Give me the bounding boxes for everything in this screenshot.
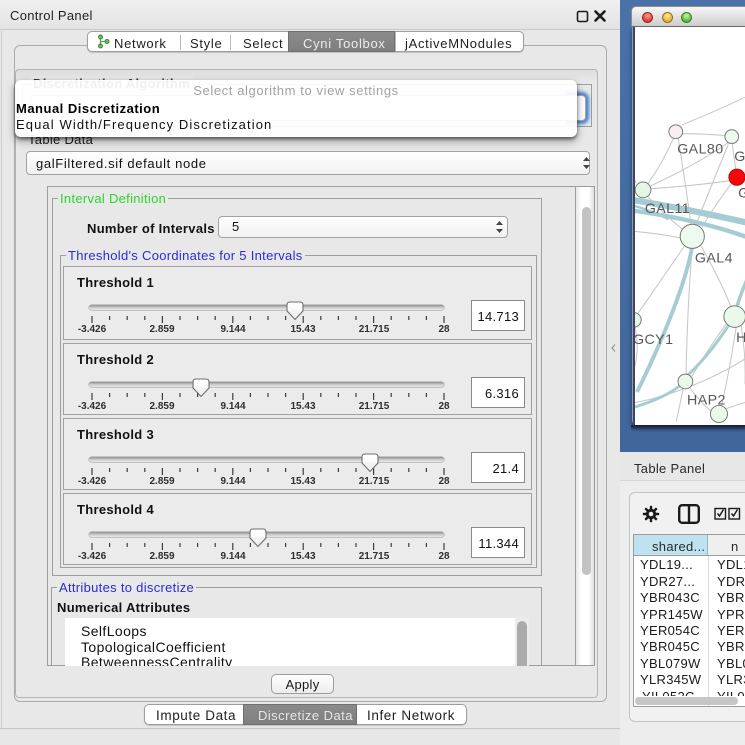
svg-text:GAL80: GAL80 — [677, 141, 723, 157]
svg-text:HAP2: HAP2 — [687, 393, 726, 409]
svg-text:H: H — [736, 330, 745, 346]
svg-text:GCY1: GCY1 — [633, 332, 673, 348]
svg-text:GAL11: GAL11 — [645, 201, 690, 217]
svg-text:GAL4: GAL4 — [695, 250, 733, 266]
svg-text:G: G — [734, 149, 745, 165]
svg-text:G: G — [738, 186, 745, 202]
